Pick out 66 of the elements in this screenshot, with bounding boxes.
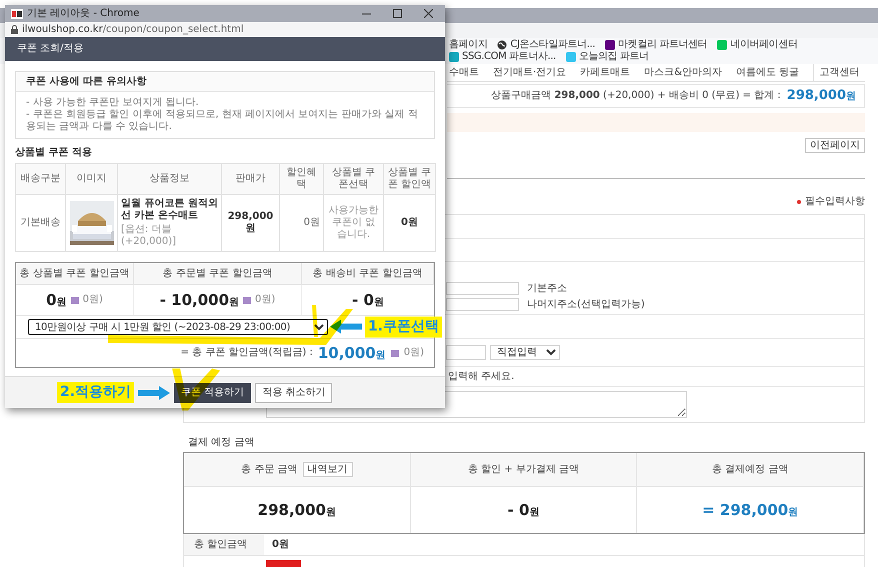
field-label: 나머지주소(선택입력가능) [527,298,645,310]
url-text: ilwoulshop.co.kr/coupon/coupon_select.html [22,24,244,36]
total-amount: = 298,000원 [702,501,798,519]
column-header: 총 결제예정 금액 [712,464,788,476]
field-label: 기본주소 [527,282,567,294]
table-cell: 0원 [384,194,436,252]
column-header: 상품별 쿠폰선택 [324,164,384,194]
bookmark-link[interactable]: SSG.COM 파트너사... [449,51,556,63]
table-cell: 기본배송 [16,194,66,252]
amount-value: 298,000원 [258,501,336,519]
column-header: 할인혜택 [280,164,324,194]
bookmark-link[interactable]: 홈페이지 [449,39,488,51]
coupon-select[interactable]: 10만원이상 구매 시 1만원 할인 (~2023-08-29 23:00:00) [28,319,328,335]
points-amount: 0원) [82,294,103,306]
column-header: 총 상품별 쿠폰 할인금액 [20,268,130,280]
column-header: 총 주문 금액 [241,464,298,476]
column-header: 총 할인 + 부가결제 금액 [468,464,580,476]
prev-page-button[interactable]: 이전페이지 [805,138,865,153]
discount-amount: 0원 [46,291,67,309]
hint-text: 입력해 주세요. [448,371,514,382]
column-header: 배송구분 [16,164,66,194]
bookmark-link[interactable]: 오늘의집 파트너 [566,51,649,63]
column-header: 판매가 [222,164,280,194]
amount-value: - 0원 [508,501,540,519]
annotation-label: 2.적용하기 [57,382,134,403]
product-option: [옵션: 더블 (+20,000)] [121,224,218,248]
column-header: 상품정보 [118,164,222,194]
menu-link[interactable]: 마스크&안마의자 [644,66,722,78]
total-label: = 총 쿠폰 할인금액(적립금) : [180,347,313,359]
menu-link[interactable]: 고객센터 [820,66,860,78]
menu-link[interactable]: 카페트매트 [580,66,630,78]
details-button[interactable]: 내역보기 [302,462,352,477]
menu-link[interactable]: 수매트 [449,66,479,78]
domain-select[interactable]: 직접입력 [490,345,560,360]
annotation-label: 1.쿠폰선택 [364,316,442,338]
points-amount: 0원) [404,347,424,359]
bookmark-link[interactable]: 마켓컬리 파트너센터 [605,39,708,51]
notice-title: 쿠폰 사용에 따른 유의사항 [26,76,146,88]
discount-amount: - 10,000원 [160,291,240,309]
bookmark-link[interactable]: CJ온스타일파트너... [497,39,596,51]
menu-link[interactable]: 여름에도 뒹굴 [736,66,800,78]
coupon-total: 10,000원 [318,344,386,362]
popup-title: 쿠폰 조회/적용 [17,43,84,55]
column-header: 이미지 [66,164,118,194]
discount-amount: - 0원 [352,291,384,309]
table-cell: 0원 [280,194,324,252]
table-cell: 298,000원 [222,194,280,252]
column-header: 총 배송비 쿠폰 할인금액 [312,268,422,280]
menu-link[interactable]: 전기매트·전기요 [493,66,566,78]
product-name[interactable]: 일월 퓨어코튼 원적외선 카본 온수매트 [121,198,218,222]
discount-value: 0원 [272,538,289,550]
window-title: 기본 레이아웃 - Chrome [27,8,140,20]
cart-summary-text: 상품구매금액 298,000 (+20,000) + 배송비 0 (무료) = 합계 : [491,90,781,102]
cart-total: 298,000원 [786,88,856,104]
bookmark-link[interactable]: 네이버페이센터 [717,39,798,51]
required-note: 필수입력사항 [805,196,865,208]
section-title: 상품별 쿠폰 적용 [15,147,92,158]
points-amount: 0원) [255,294,276,306]
notice-text: - 사용 가능한 쿠폰만 보여지게 됩니다. [26,97,200,109]
cancel-button[interactable]: 적용 취소하기 [255,382,332,402]
table-cell: 사용가능한 쿠폰이 없습니다. [324,194,384,252]
column-header: 상품별 쿠폰 할인액 [384,164,436,194]
section-title: 결제 예정 금액 [188,437,254,448]
notice-text: - 쿠폰은 회원등급 할인 이후에 적용되므로, 현재 페이지에서 보여지는 판매가와 실제 적용되는 금액과 다를 수 있습니다. [26,109,419,133]
column-header: 총 주문별 쿠폰 할인금액 [162,268,272,280]
row-label: 총 할인금액 [194,538,248,550]
